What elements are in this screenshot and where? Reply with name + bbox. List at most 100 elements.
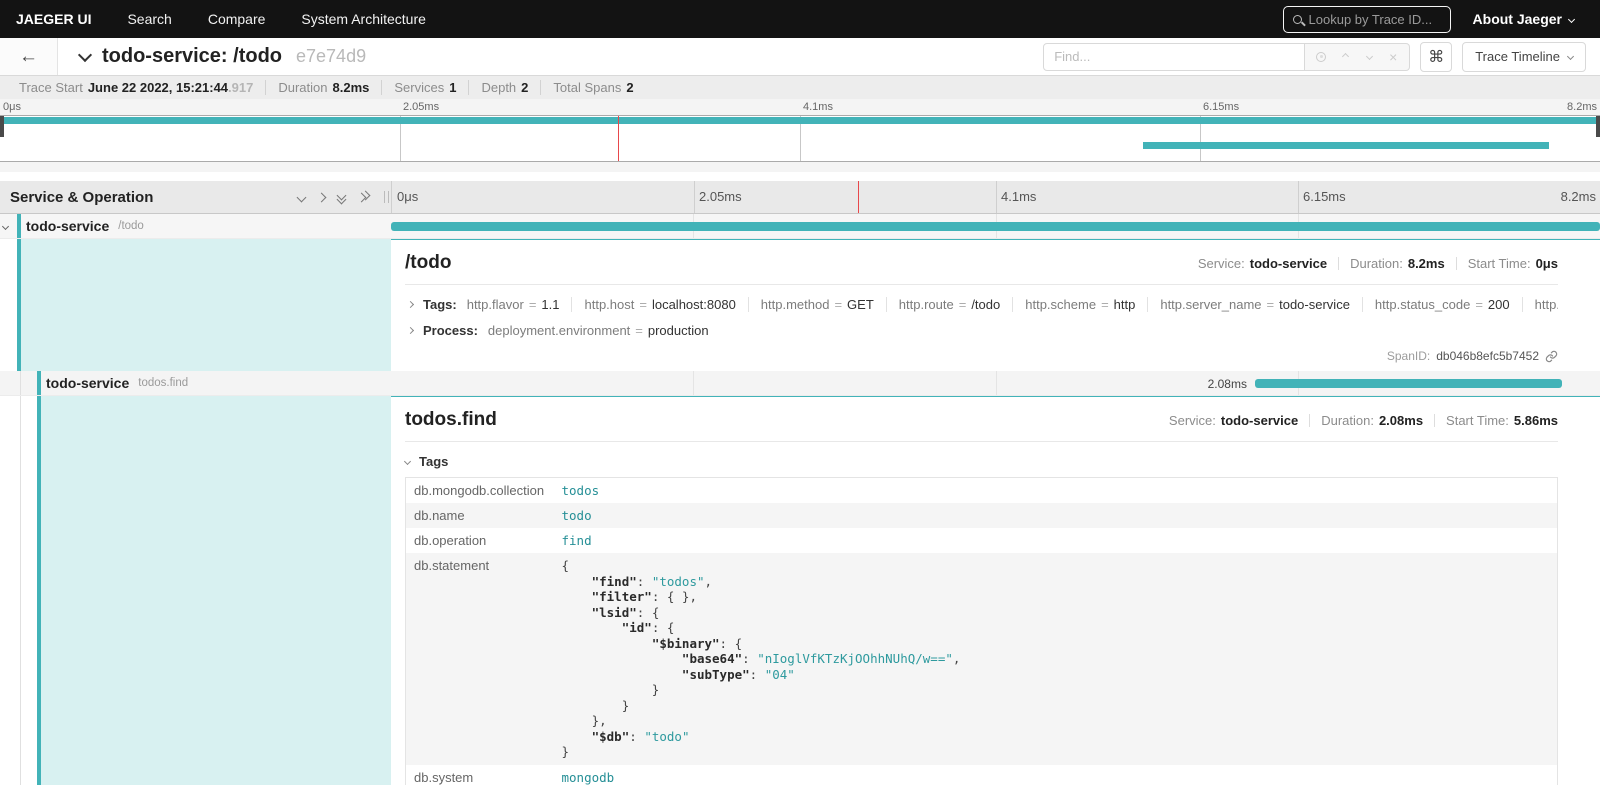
- detail-span-title: /todo: [405, 252, 1198, 274]
- about-jaeger-label: About Jaeger: [1473, 11, 1562, 27]
- search-icon: [1293, 15, 1302, 24]
- trace-lookup-input[interactable]: Lookup by Trace ID...: [1283, 6, 1451, 33]
- detail-span-title: todos.find: [405, 409, 1169, 431]
- tag-value: { "find": "todos", "filter": { }, "lsid"…: [554, 553, 1558, 765]
- minimap-tick: 2.05ms: [403, 101, 439, 113]
- tag-value: mongodb: [554, 765, 1558, 785]
- span-id-value: db046b8efc5b7452: [1436, 349, 1539, 363]
- tag-chip: http.route=/todo: [886, 297, 1012, 312]
- keyboard-shortcuts-button[interactable]: ⌘: [1420, 42, 1452, 72]
- timeline-ruler[interactable]: 0μs2.05ms4.1ms6.15ms8.2ms: [391, 181, 1600, 213]
- column-resizer-handle[interactable]: [384, 191, 389, 203]
- span-row-todos-find[interactable]: todo-service todos.find 2.08ms: [0, 371, 1600, 396]
- back-button[interactable]: ←: [0, 38, 58, 75]
- indent-guide-line: [20, 396, 21, 785]
- jaeger-logo[interactable]: JAEGER UI: [0, 11, 109, 27]
- trace-lookup-placeholder: Lookup by Trace ID...: [1309, 12, 1433, 27]
- tag-key: db.name: [406, 503, 554, 528]
- about-jaeger-menu[interactable]: About Jaeger: [1473, 11, 1574, 27]
- tag-value: todos: [554, 478, 1558, 504]
- tag-row-db.mongodb.collection: db.mongodb.collectiontodos: [406, 478, 1558, 504]
- find-input[interactable]: [1043, 43, 1305, 71]
- nav-item-compare[interactable]: Compare: [190, 11, 284, 27]
- ruler-cursor-line: [858, 181, 859, 213]
- tags-summary-list: http.flavor=1.1http.host=localhost:8080h…: [467, 297, 1558, 312]
- span-label-cell[interactable]: todo-service todos.find: [0, 371, 391, 395]
- ruler-tick: 2.05ms: [694, 189, 742, 204]
- span-rows: todo-service /todo /todo Service:todo-se…: [0, 214, 1600, 785]
- tags-summary-row[interactable]: Tags: http.flavor=1.1http.host=localhost…: [405, 297, 1558, 312]
- match-target-icon[interactable]: [1309, 45, 1333, 69]
- service-operation-title: Service & Operation: [10, 189, 298, 206]
- row-gridline: [996, 371, 997, 395]
- nav-item-system-architecture[interactable]: System Architecture: [283, 11, 444, 27]
- minimap-left-scrubber[interactable]: [0, 116, 4, 137]
- span-id-row: SpanID: db046b8efc5b7452: [405, 349, 1558, 363]
- chevron-right-icon: [407, 301, 414, 308]
- span-bar-cell[interactable]: [391, 214, 1600, 238]
- span-duration-bar[interactable]: [391, 222, 1600, 231]
- tag-chip: http.scheme=http: [1012, 297, 1147, 312]
- trace-view-selector[interactable]: Trace Timeline: [1462, 42, 1586, 72]
- minimap-right-scrubber[interactable]: [1596, 116, 1600, 137]
- tag-row-db.operation: db.operationfind: [406, 528, 1558, 553]
- minimap-tick: 0μs: [3, 101, 21, 113]
- trace-title: todo-service: /todo: [102, 45, 282, 68]
- trace-page-header: ← todo-service: /todo e7e74d9 × ⌘ Trace …: [0, 38, 1600, 76]
- stat-duration: Duration8.2ms: [265, 80, 381, 95]
- chevron-right-icon: [407, 327, 414, 334]
- find-clear-button[interactable]: ×: [1381, 45, 1405, 69]
- trace-view-label: Trace Timeline: [1475, 49, 1560, 64]
- detail-span-meta: Service:todo-service Duration:2.08ms Sta…: [1169, 413, 1558, 428]
- stat-services: Services1: [381, 80, 468, 95]
- minimap-ticks: 0μs2.05ms4.1ms6.15ms8.2ms: [0, 99, 1600, 115]
- span-service-name: todo-service: [46, 375, 129, 391]
- find-toolbar: × ⌘ Trace Timeline: [1043, 42, 1586, 72]
- span-row-todo[interactable]: todo-service /todo: [0, 214, 1600, 239]
- tags-section-label: Tags: [419, 454, 448, 469]
- find-next-button[interactable]: [1357, 45, 1381, 69]
- detail-highlight-column: [21, 239, 391, 371]
- tag-chip: deployment.environment=production: [488, 323, 721, 338]
- copy-link-icon[interactable]: [1545, 350, 1558, 363]
- span-table-header: Service & Operation 0μs2.05ms4.1ms6.15ms…: [0, 181, 1600, 214]
- chevron-down-icon: [404, 458, 411, 465]
- tags-caption: Tags:: [423, 297, 457, 312]
- tag-chip: http.status_code=200: [1362, 297, 1522, 312]
- span-bar-cell[interactable]: 2.08ms: [391, 371, 1600, 395]
- row-gridline: [693, 371, 694, 395]
- minimap-tick: 8.2ms: [1567, 101, 1597, 113]
- tag-chip: http.flavor=1.1: [467, 297, 572, 312]
- trace-title-wrap: todo-service: /todo e7e74d9: [58, 45, 1043, 68]
- collapse-trace-chevron-icon[interactable]: [78, 47, 92, 61]
- top-navbar: JAEGER UI SearchCompareSystem Architectu…: [0, 0, 1600, 38]
- jaeger-trace-page: JAEGER UI SearchCompareSystem Architectu…: [0, 0, 1600, 785]
- minimap-canvas[interactable]: [0, 115, 1600, 162]
- expand-one-icon[interactable]: [318, 194, 325, 201]
- process-summary-row[interactable]: Process: deployment.environment=producti…: [405, 323, 1558, 338]
- collapse-all-icon[interactable]: [338, 192, 345, 203]
- span-collapse-chevron-icon[interactable]: [2, 222, 9, 229]
- detail-panel: /todo Service:todo-service Duration:8.2m…: [391, 239, 1600, 371]
- minimap-tick: 6.15ms: [1203, 101, 1239, 113]
- nav-item-search[interactable]: Search: [109, 11, 189, 27]
- span-duration-bar[interactable]: [1255, 379, 1562, 388]
- ruler-tick: 8.2ms: [1561, 189, 1596, 204]
- span-label-cell[interactable]: todo-service /todo: [0, 214, 391, 238]
- tag-key: db.statement: [406, 553, 554, 765]
- span-detail-todo: /todo Service:todo-service Duration:8.2m…: [0, 239, 1600, 371]
- ruler-tick: 4.1ms: [996, 189, 1036, 204]
- tag-row-db.system: db.systemmongodb: [406, 765, 1558, 785]
- detail-indent-gutter: [0, 396, 391, 785]
- tag-row-db.statement: db.statement{ "find": "todos", "filter":…: [406, 553, 1558, 765]
- find-prev-button[interactable]: [1333, 45, 1357, 69]
- timeline-minimap[interactable]: 0μs2.05ms4.1ms6.15ms8.2ms: [0, 99, 1600, 172]
- tags-section-toggle[interactable]: Tags: [405, 454, 1558, 469]
- minimap-span-bar: [0, 117, 1600, 124]
- expand-all-icon[interactable]: [358, 194, 369, 201]
- detail-panel: todos.find Service:todo-service Duration…: [391, 396, 1600, 785]
- collapse-one-icon[interactable]: [298, 194, 305, 201]
- tag-key: db.system: [406, 765, 554, 785]
- span-detail-todos-find: todos.find Service:todo-service Duration…: [0, 396, 1600, 785]
- chevron-down-icon: [1567, 53, 1574, 60]
